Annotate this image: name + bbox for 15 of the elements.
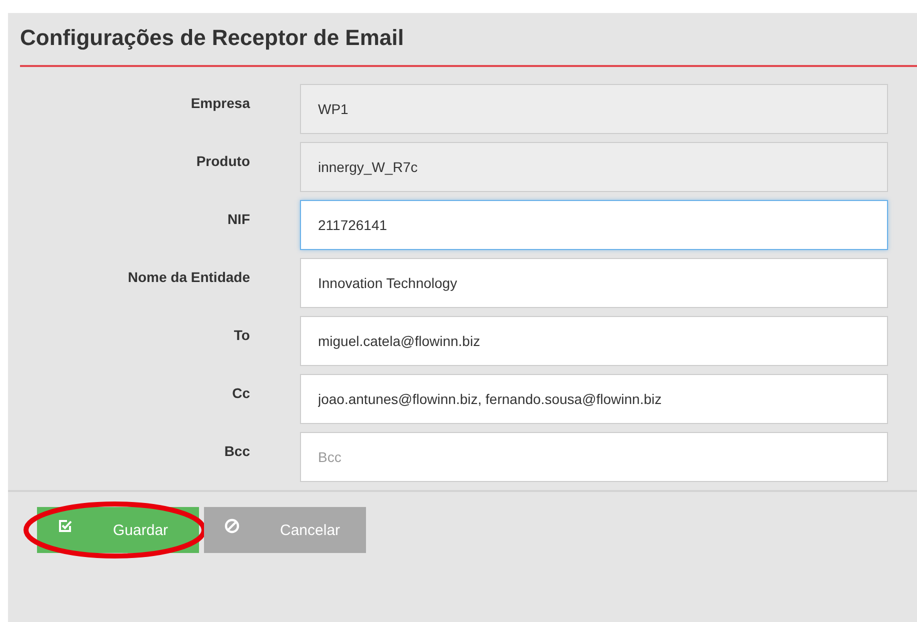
prohibited-icon — [224, 518, 240, 534]
page-title: Configurações de Receptor de Email — [20, 25, 917, 67]
input-field[interactable]: Innovation Technology — [300, 258, 888, 308]
field-label: Produto — [195, 152, 250, 169]
input-field[interactable]: miguel.catela@flowinn.biz — [300, 316, 888, 366]
input-field[interactable]: joao.antunes@flowinn.biz, fernando.sousa@flowinn.biz — [300, 374, 888, 424]
checkbox-icon — [57, 518, 73, 534]
field-label: Empresa — [190, 94, 250, 111]
field-label: Cc — [231, 384, 250, 401]
field-label: Bcc — [223, 442, 250, 459]
field-label: Nome da Entidade — [126, 268, 250, 285]
input-field[interactable]: 211726141 — [300, 200, 888, 250]
input-field[interactable]: Bcc — [300, 432, 888, 482]
field-label: To — [232, 326, 250, 343]
field-label: NIF — [226, 210, 250, 227]
